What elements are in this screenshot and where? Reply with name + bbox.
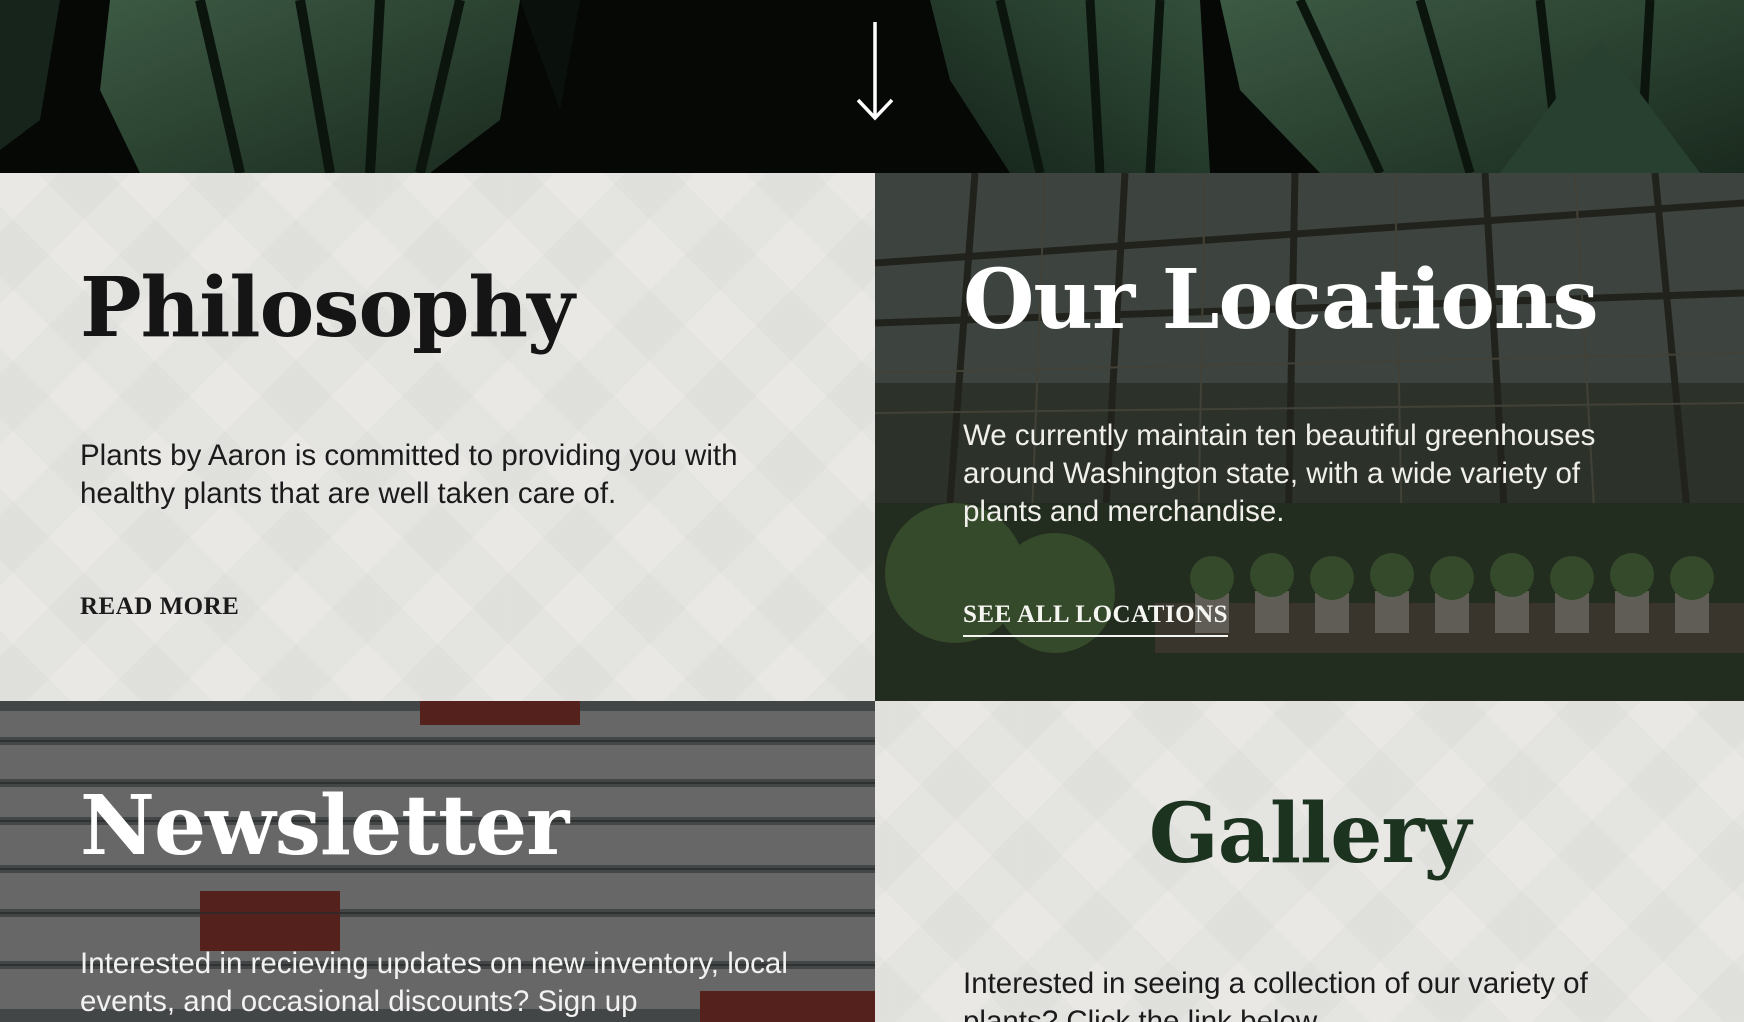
locations-section: Our Locations We currently maintain ten … xyxy=(875,173,1744,701)
locations-text: We currently maintain ten beautiful gree… xyxy=(963,419,1596,528)
newsletter-section: Newsletter Interested in recieving updat… xyxy=(0,701,875,1022)
read-more-link[interactable]: READ MORE xyxy=(80,593,239,621)
gallery-text: Interested in seeing a collection of our… xyxy=(963,967,1588,1022)
arrow-down-icon[interactable] xyxy=(852,20,898,124)
see-all-locations-link[interactable]: SEE ALL LOCATIONS xyxy=(963,601,1229,637)
philosophy-text: Plants by Aaron is committed to providin… xyxy=(80,439,738,510)
hero-banner xyxy=(0,0,1744,173)
newsletter-text: Interested in recieving updates on new i… xyxy=(80,947,788,1018)
philosophy-section: Philosophy Plants by Aaron is committed … xyxy=(0,173,875,701)
gallery-section: Gallery Interested in seeing a collectio… xyxy=(875,701,1744,1022)
philosophy-heading: Philosophy xyxy=(80,260,575,356)
newsletter-heading: Newsletter xyxy=(80,778,569,874)
gallery-heading: Gallery xyxy=(1148,786,1471,882)
locations-heading: Our Locations xyxy=(963,252,1599,348)
